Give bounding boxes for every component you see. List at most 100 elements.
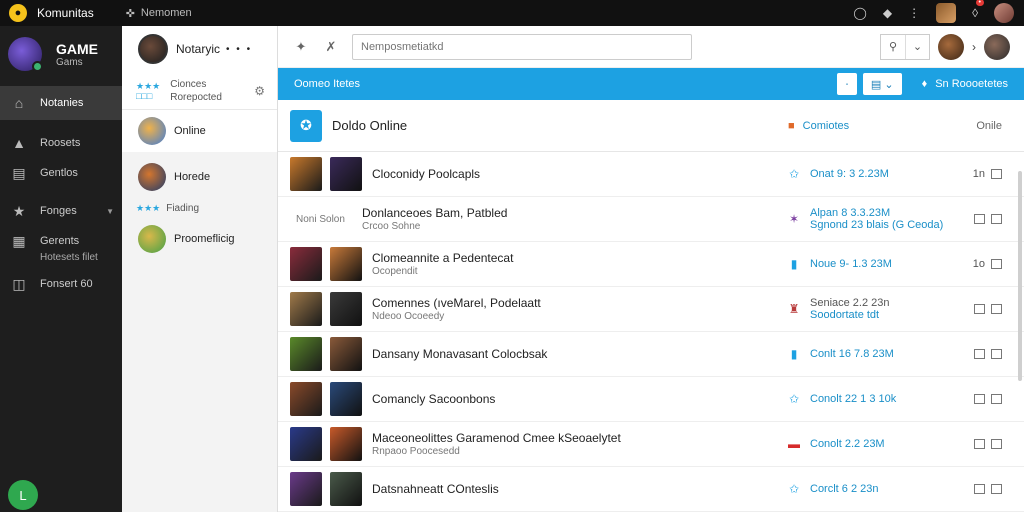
sidebar-sub-label: Hotesets filet: [40, 252, 98, 263]
window-icon[interactable]: [974, 304, 985, 314]
sort-button[interactable]: ⋅: [837, 73, 857, 95]
player-avatar[interactable]: [984, 33, 1010, 60]
table-row[interactable]: Cloconidy Poolcapls ✩ Onat 9: 3 2.23M 1n: [278, 152, 1024, 197]
settings-icon[interactable]: ⚙: [254, 84, 265, 98]
search-input[interactable]: [352, 33, 692, 60]
friends-header[interactable]: Notaryic • • •: [122, 26, 277, 72]
online-status-icon: [32, 61, 43, 72]
table-row[interactable]: Dansany Monavasant Colocbsak ▮ Conlt 16 …: [278, 332, 1024, 377]
game-thumbnail: [330, 247, 362, 281]
friends-panel: Notaryic • • • ★★★ □□□ Cionces Rorepocted…: [122, 26, 278, 512]
puzzle-icon[interactable]: ✦: [292, 39, 310, 55]
game-thumbnail: [290, 247, 322, 281]
table-row[interactable]: Maceoneolittes Garamenod Cmee kSeoaelyte…: [278, 422, 1024, 467]
window-icon[interactable]: [974, 439, 985, 449]
nav-link-label: Nemomen: [140, 7, 192, 19]
filter-select[interactable]: ⚲ ⌄: [880, 33, 930, 60]
menu-icon[interactable]: [991, 304, 1002, 314]
friend-avatar: [138, 163, 166, 191]
headset-icon[interactable]: ◯: [853, 6, 866, 20]
menu-icon[interactable]: [991, 439, 1002, 449]
sidebar-item-notanies[interactable]: ⌂ Notanies: [0, 86, 122, 120]
user-avatar[interactable]: [994, 3, 1014, 23]
window-icon[interactable]: [974, 214, 985, 224]
friend-label: Horede: [174, 171, 211, 183]
sidebar-item-fonsert[interactable]: ◫ Fonsert 60: [0, 269, 122, 299]
table-row[interactable]: Clomeannite a Pedentecat Ocopendit ▮ Nou…: [278, 242, 1024, 287]
gift-icon: ■: [788, 119, 795, 132]
sidebar-item-gentlos[interactable]: ▤ Gentlos: [0, 158, 122, 188]
window-icon[interactable]: [974, 394, 985, 404]
game-sub: Ocopendit: [372, 266, 418, 277]
nav-link[interactable]: ✜ Nemomen: [126, 7, 192, 20]
row-end-label: 1o: [972, 258, 985, 270]
sidebar-item-label: Gerents: [40, 235, 80, 247]
menu-icon[interactable]: [991, 484, 1002, 494]
chevron-down-icon: ⌄: [905, 34, 929, 59]
game-stat-2: Soodortate tdt: [810, 309, 880, 321]
game-sub: Ndeoo Ocoeedy: [372, 311, 445, 322]
menu-icon[interactable]: [991, 394, 1002, 404]
stars-icon: ★★★: [136, 202, 161, 213]
menu-icon[interactable]: [991, 214, 1002, 224]
sidebar-item-label: Notanies: [40, 97, 84, 109]
game-stat: Conolt 2.2 23M: [810, 438, 885, 450]
window-icon[interactable]: [974, 349, 985, 359]
view-button[interactable]: ▤ ⌄: [862, 73, 902, 95]
controller-icon: ▮: [790, 257, 798, 271]
crown-icon: ♜: [788, 302, 800, 316]
account-badge[interactable]: L: [8, 480, 38, 510]
friend-item-proomeflicig[interactable]: Proomeflicig: [122, 222, 277, 256]
table-row[interactable]: Datsnahneatt COnteslis ✩ Corclt 6 2 23n: [278, 467, 1024, 512]
status-line-1: Cionces: [170, 78, 207, 90]
menu-icon[interactable]: [991, 169, 1002, 179]
menu-icon[interactable]: [991, 349, 1002, 359]
game-thumbnail: [330, 382, 362, 416]
chart-icon: ▦: [12, 232, 26, 249]
game-thumbnail: [290, 337, 322, 371]
sidebar-item-label: Fonges: [40, 205, 77, 217]
game-avatar[interactable]: [936, 3, 957, 23]
player-avatar[interactable]: [938, 33, 964, 60]
sidebar-item-roosets[interactable]: ▲ Roosets: [0, 128, 122, 158]
notifications-button[interactable]: ◊ •: [972, 0, 984, 20]
home-icon: ⌂: [14, 95, 24, 111]
rating-icon: ★★★ □□□: [136, 80, 161, 101]
pin-icon: ✜: [125, 7, 135, 20]
window-icon[interactable]: [974, 484, 985, 494]
controller-icon[interactable]: ◆: [883, 6, 892, 20]
more-options-icon[interactable]: • • •: [226, 44, 252, 55]
section-bar-action[interactable]: ♦ Sn Roooetetes: [922, 78, 1008, 90]
main-panel: ✦ ✗ ⚲ ⌄ › Oomeo Itetes ⋅ ▤ ⌄ ♦ Sn Roooet…: [278, 26, 1024, 512]
more-icon[interactable]: ⋮: [908, 6, 920, 20]
game-thumbnail: [290, 157, 322, 191]
profile-avatar[interactable]: [8, 37, 43, 72]
friend-avatar: [138, 225, 166, 253]
table-row[interactable]: Comennes (ıveMarel, Podelaatt Ndeoo Ocoe…: [278, 287, 1024, 332]
bell-icon: ◊: [972, 6, 978, 20]
sidebar-item-label: Roosets: [40, 137, 81, 149]
game-stat: Conlt 16 7.8 23M: [810, 348, 894, 360]
friend-item-horede[interactable]: Horede: [122, 160, 277, 194]
friend-item-online[interactable]: Online: [122, 110, 277, 152]
game-stat: Alpan 8 3.3.23M: [810, 207, 891, 219]
friends-status: ★★★ □□□ Cionces Rorepocted ⚙: [122, 72, 277, 110]
scrollbar[interactable]: [1018, 171, 1022, 381]
tools-icon[interactable]: ✗: [322, 39, 340, 55]
sidebar-item-label: Fonsert 60: [40, 278, 93, 290]
star-outline-icon: ✩: [788, 392, 800, 406]
game-thumbnail: [330, 427, 362, 461]
table-row[interactable]: Noni Solon Donlanceoes Bam, Patbled Crco…: [278, 197, 1024, 242]
table-row[interactable]: Comancly Sacoonbons ✩ Conolt 22 1 3 10k: [278, 377, 1024, 422]
app-logo-icon[interactable]: ●: [9, 4, 27, 22]
chevron-right-icon[interactable]: ›: [972, 40, 976, 54]
game-stat: Onat 9: 3 2.23M: [810, 168, 889, 180]
sidebar-item-fonges[interactable]: ★ Fonges ▼: [0, 196, 122, 226]
battery-icon: ▬: [788, 437, 800, 451]
list-mid-label: Comiotes: [802, 119, 850, 132]
game-sub: Crcoo Sohne: [362, 221, 421, 232]
app-title: Komunitas: [37, 6, 94, 20]
sort-icon: ⋅: [845, 78, 849, 91]
menu-icon[interactable]: [991, 259, 1002, 269]
star-icon: ★: [12, 202, 26, 219]
